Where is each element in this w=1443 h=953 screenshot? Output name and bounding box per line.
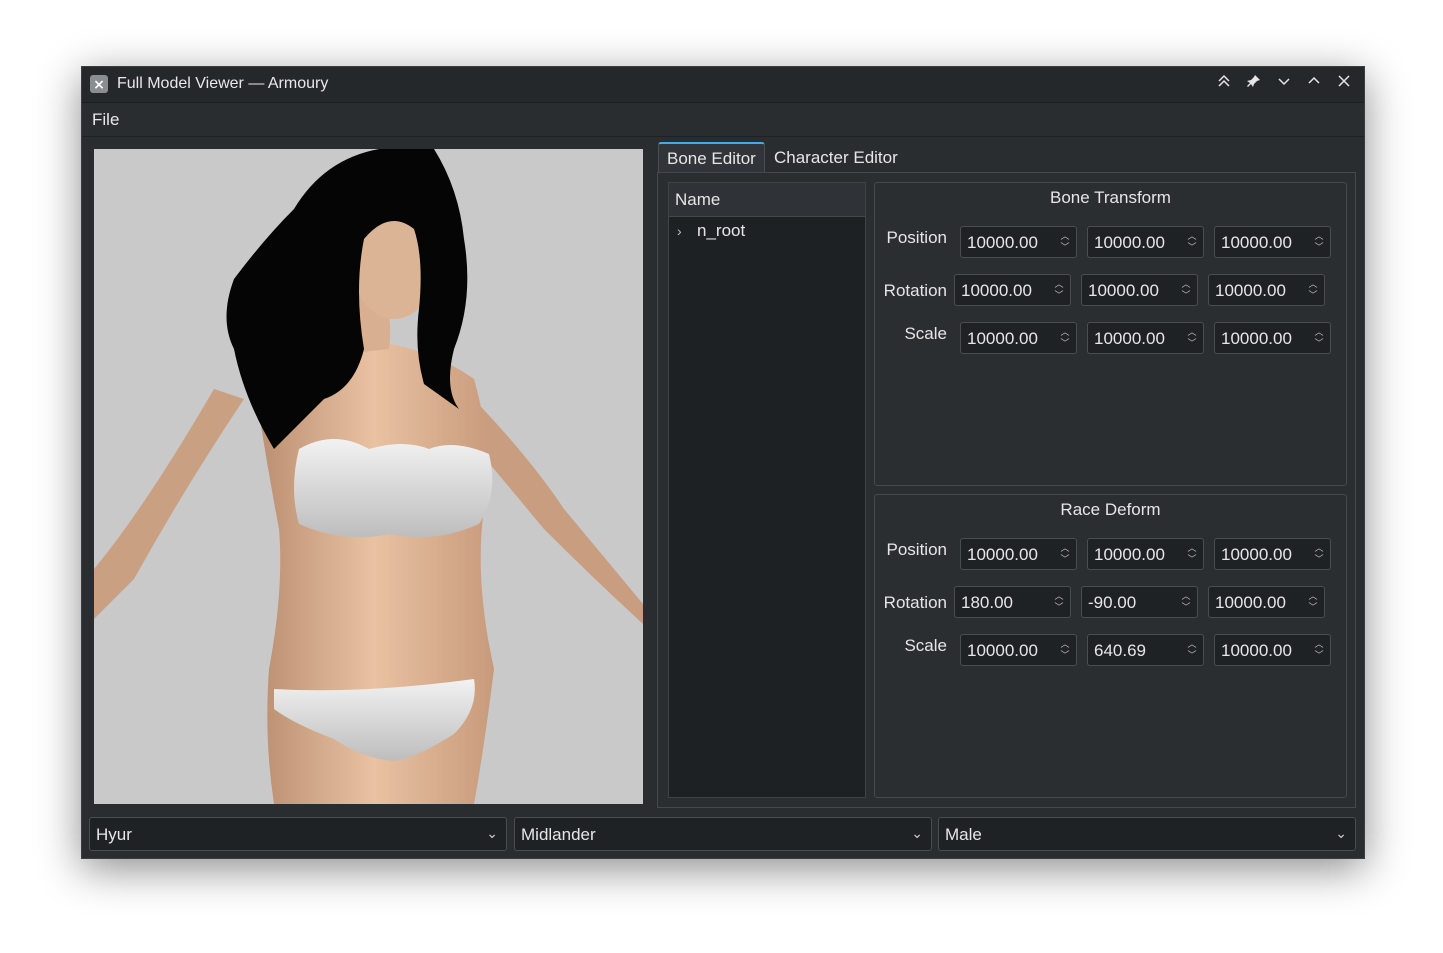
menu-file[interactable]: File [92,110,119,130]
race-rotation-x-spinbox[interactable]: 180.00 ︿ ﹀ [954,586,1071,618]
model-viewport[interactable] [94,149,643,804]
bone-transform-group: Bone Transform Position 10000.00 ︿ ﹀ 10000… [874,182,1347,486]
tree-item-label: n_root [697,221,746,240]
spin-arrows-icon[interactable]: ︿ ﹀ [1060,231,1070,253]
chevron-up-icon [1308,76,1320,84]
bone-tree[interactable]: Name › n_root [668,182,866,798]
gender-combobox[interactable]: Male ⌄ [938,817,1356,851]
bone-rotation-z-spinbox[interactable]: 10000.00 ︿ ﹀ [1208,274,1325,306]
chevron-down-icon[interactable]: ⌄ [911,825,923,842]
tab-character-editor[interactable]: Character Editor [766,143,906,173]
window-title: Full Model Viewer — Armoury [117,75,329,92]
spin-arrows-icon[interactable]: ︿ ﹀ [1181,591,1191,613]
race-scale-label: Scale [904,636,947,655]
chevron-right-icon[interactable]: › [677,217,682,245]
spin-arrows-icon[interactable]: ︿ ﹀ [1060,327,1070,349]
bone-position-x-spinbox[interactable]: 10000.00 ︿ ﹀ [960,226,1077,258]
tree-header-name[interactable]: Name [669,183,865,217]
close-button[interactable] [1332,73,1356,95]
bone-position-label: Position [886,228,947,247]
spin-arrows-icon[interactable]: ︿ ﹀ [1314,543,1324,565]
menu-bar: File [82,103,1364,137]
race-scale-x-spinbox[interactable]: 10000.00 ︿ ﹀ [960,634,1077,666]
bone-rotation-x-spinbox[interactable]: 10000.00 ︿ ﹀ [954,274,1071,306]
character-model-render [94,149,643,804]
race-position-x-spinbox[interactable]: 10000.00 ︿ ﹀ [960,538,1077,570]
race-deform-title: Race Deform [1060,500,1161,519]
bone-rotation-label: Rotation [883,281,947,300]
title-bar[interactable]: ⨯ Full Model Viewer — Armoury [82,67,1364,103]
keep-above-button[interactable] [1212,73,1236,95]
pin-icon [1247,75,1260,87]
chevron-down-icon[interactable]: ⌄ [486,825,498,842]
race-position-z-spinbox[interactable]: 10000.00 ︿ ﹀ [1214,538,1331,570]
spin-arrows-icon[interactable]: ︿ ﹀ [1054,591,1064,613]
race-position-label: Position [886,540,947,559]
bone-transform-title: Bone Transform [1050,188,1171,207]
pin-button[interactable] [1242,73,1266,95]
race-rotation-z-spinbox[interactable]: 10000.00 ︿ ﹀ [1208,586,1325,618]
chevron-down-icon [1278,78,1290,86]
spin-arrows-icon[interactable]: ︿ ﹀ [1187,327,1197,349]
race-combobox[interactable]: Hyur ⌄ [89,817,507,851]
spin-arrows-icon[interactable]: ︿ ﹀ [1308,279,1318,301]
chevron-down-icon[interactable]: ⌄ [1335,825,1347,842]
spin-arrows-icon[interactable]: ︿ ﹀ [1314,231,1324,253]
tree-item[interactable]: › n_root [669,217,865,245]
bone-editor-panel: Name › n_root Bone Transform Position 10… [657,172,1356,808]
bone-position-y-spinbox[interactable]: 10000.00 ︿ ﹀ [1087,226,1204,258]
bone-scale-label: Scale [904,324,947,343]
full-model-viewer-window: ⨯ Full Model Viewer — Armoury File Bone … [81,66,1365,859]
race-rotation-label: Rotation [883,593,947,612]
race-scale-z-spinbox[interactable]: 10000.00 ︿ ﹀ [1214,634,1331,666]
race-position-y-spinbox[interactable]: 10000.00 ︿ ﹀ [1087,538,1204,570]
double-chevron-up-icon [1218,74,1230,87]
spin-arrows-icon[interactable]: ︿ ﹀ [1314,327,1324,349]
maximize-button[interactable] [1302,73,1326,95]
spin-arrows-icon[interactable]: ︿ ﹀ [1314,639,1324,661]
spin-arrows-icon[interactable]: ︿ ﹀ [1060,639,1070,661]
spin-arrows-icon[interactable]: ︿ ﹀ [1187,639,1197,661]
tab-bone-editor[interactable]: Bone Editor [658,142,765,174]
spin-arrows-icon[interactable]: ︿ ﹀ [1308,591,1318,613]
spin-arrows-icon[interactable]: ︿ ﹀ [1187,543,1197,565]
spin-arrows-icon[interactable]: ︿ ﹀ [1060,543,1070,565]
spin-arrows-icon[interactable]: ︿ ﹀ [1054,279,1064,301]
close-icon [1338,75,1350,87]
race-deform-group: Race Deform Position 10000.00 ︿ ﹀ 10000.00… [874,494,1347,798]
bone-scale-y-spinbox[interactable]: 10000.00 ︿ ﹀ [1087,322,1204,354]
spin-arrows-icon[interactable]: ︿ ﹀ [1187,231,1197,253]
bone-rotation-y-spinbox[interactable]: 10000.00 ︿ ﹀ [1081,274,1198,306]
bone-scale-z-spinbox[interactable]: 10000.00 ︿ ﹀ [1214,322,1331,354]
bone-scale-x-spinbox[interactable]: 10000.00 ︿ ﹀ [960,322,1077,354]
subrace-combobox[interactable]: Midlander ⌄ [514,817,932,851]
spin-arrows-icon[interactable]: ︿ ﹀ [1181,279,1191,301]
race-rotation-y-spinbox[interactable]: -90.00 ︿ ﹀ [1081,586,1198,618]
minimize-button[interactable] [1272,73,1296,95]
bone-position-z-spinbox[interactable]: 10000.00 ︿ ﹀ [1214,226,1331,258]
race-scale-y-spinbox[interactable]: 640.69 ︿ ﹀ [1087,634,1204,666]
app-logo-icon: ⨯ [90,75,108,93]
